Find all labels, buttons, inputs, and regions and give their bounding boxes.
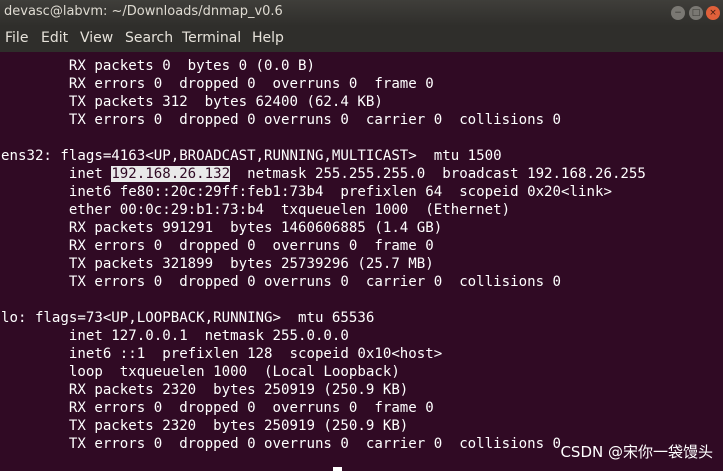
terminal-text: RX errors 0 dropped 0 overruns 0 frame 0 (1, 76, 434, 92)
terminal-line: TX errors 0 dropped 0 overruns 0 carrier… (1, 435, 561, 453)
terminal-text: ens32: flags=4163<UP,BROADCAST,RUNNING,M… (1, 148, 502, 164)
terminal-text: TX errors 0 dropped 0 overruns 0 carrier… (1, 436, 562, 452)
terminal-output[interactable]: RX packets 0 bytes 0 (0.0 B) RX errors 0… (0, 52, 723, 471)
terminal-text: netmask 255.255.255.0 broadcast 192.168.… (230, 166, 646, 182)
terminal-line: inet6 fe80::20c:29ff:feb1:73b4 prefixlen… (1, 183, 612, 201)
selected-text: 192.168.26.132 (111, 166, 231, 182)
terminal-text: TX packets 312 bytes 62400 (62.4 KB) (1, 94, 383, 110)
terminal-line: inet 192.168.26.132 netmask 255.255.255.… (1, 165, 646, 183)
terminal-line: TX packets 312 bytes 62400 (62.4 KB) (1, 93, 383, 111)
terminal-line: TX packets 321899 bytes 25739296 (25.7 M… (1, 255, 434, 273)
terminal-line: TX packets 2320 bytes 250919 (250.9 KB) (1, 417, 408, 435)
terminal-text: RX errors 0 dropped 0 overruns 0 frame 0 (1, 238, 434, 254)
terminal-text: TX packets 321899 bytes 25739296 (25.7 M… (1, 256, 434, 272)
terminal-text: lo: flags=73<UP,LOOPBACK,RUNNING> mtu 65… (1, 310, 375, 326)
close-button[interactable]: × (706, 6, 720, 20)
terminal-text: inet6 ::1 prefixlen 128 scopeid 0x10<hos… (1, 346, 443, 362)
terminal-text: ether 00:0c:29:b1:73:b4 txqueuelen 1000 … (1, 202, 511, 218)
terminal-line: RX errors 0 dropped 0 overruns 0 frame 0 (1, 237, 434, 255)
terminal-text: RX packets 0 bytes 0 (0.0 B) (1, 58, 315, 74)
terminal-text: loop txqueuelen 1000 (Local Loopback) (1, 364, 400, 380)
menu-file[interactable]: File (3, 30, 30, 46)
terminal-text: inet (1, 166, 112, 182)
menu-edit[interactable]: Edit (39, 30, 70, 46)
terminal-text: inet6 fe80::20c:29ff:feb1:73b4 prefixlen… (1, 184, 612, 200)
terminal-line: TX errors 0 dropped 0 overruns 0 carrier… (1, 273, 561, 291)
terminal-line: RX errors 0 dropped 0 overruns 0 frame 0 (1, 75, 434, 93)
terminal-line: inet 127.0.0.1 netmask 255.0.0.0 (1, 327, 349, 345)
terminal-line: lo: flags=73<UP,LOOPBACK,RUNNING> mtu 65… (1, 309, 374, 327)
terminal-line: loop txqueuelen 1000 (Local Loopback) (1, 363, 400, 381)
menu-terminal[interactable]: Terminal (180, 30, 243, 46)
terminal-text: RX packets 2320 bytes 250919 (250.9 KB) (1, 382, 409, 398)
csdn-watermark: CSDN @宋你一袋馒头 (560, 443, 713, 461)
terminal-line: RX packets 0 bytes 0 (0.0 B) (1, 57, 315, 75)
terminal-text: RX errors 0 dropped 0 overruns 0 frame 0 (1, 400, 434, 416)
maximize-button[interactable]: □ (689, 6, 703, 20)
menu-help[interactable]: Help (250, 30, 286, 46)
terminal-line: ether 00:0c:29:b1:73:b4 txqueuelen 1000 … (1, 201, 510, 219)
window-title: devasc@labvm: ~/Downloads/dnmap_v0.6 (4, 4, 283, 19)
terminal-text: TX errors 0 dropped 0 overruns 0 carrier… (1, 274, 562, 290)
terminal-text: RX packets 991291 bytes 1460606885 (1.4 … (1, 220, 443, 236)
minimize-button[interactable]: − (671, 6, 685, 20)
terminal-line: RX errors 0 dropped 0 overruns 0 frame 0 (1, 399, 434, 417)
terminal-line: RX packets 2320 bytes 250919 (250.9 KB) (1, 381, 408, 399)
terminal-line: RX packets 991291 bytes 1460606885 (1.4 … (1, 219, 442, 237)
menu-view[interactable]: View (78, 30, 115, 46)
terminal-line: TX errors 0 dropped 0 overruns 0 carrier… (1, 111, 561, 129)
window-titlebar[interactable]: devasc@labvm: ~/Downloads/dnmap_v0.6 − □… (0, 0, 723, 26)
terminal-text: TX packets 2320 bytes 250919 (250.9 KB) (1, 418, 409, 434)
terminal-text: TX errors 0 dropped 0 overruns 0 carrier… (1, 112, 562, 128)
terminal-text: inet 127.0.0.1 netmask 255.0.0.0 (1, 328, 349, 344)
terminal-line: ens32: flags=4163<UP,BROADCAST,RUNNING,M… (1, 147, 502, 165)
terminal-cursor (333, 467, 342, 471)
terminal-line: inet6 ::1 prefixlen 128 scopeid 0x10<hos… (1, 345, 442, 363)
menu-bar: File Edit View Search Terminal Help (0, 26, 723, 52)
menu-search[interactable]: Search (123, 30, 175, 46)
